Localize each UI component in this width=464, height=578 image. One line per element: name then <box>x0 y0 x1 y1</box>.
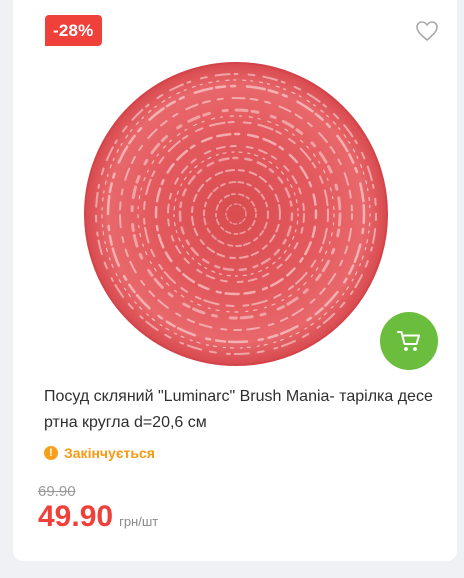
old-price: 69.90 <box>38 483 76 500</box>
stock-status-label: Закінчується <box>64 445 155 461</box>
stock-status: ! Закінчується <box>44 445 155 461</box>
product-title[interactable]: Посуд скляний "Luminarc" Brush Mania- та… <box>44 384 436 436</box>
shopping-cart-icon <box>397 331 420 351</box>
price-row: 49.90 грн/шт <box>38 500 158 534</box>
price-unit: грн/шт <box>119 514 159 529</box>
discount-badge: -28% <box>45 15 102 46</box>
heart-icon[interactable] <box>415 20 439 42</box>
current-price: 49.90 <box>38 500 114 533</box>
product-image[interactable] <box>84 62 388 366</box>
add-to-cart-button[interactable] <box>380 312 438 370</box>
exclamation-circle-icon: ! <box>44 446 58 460</box>
